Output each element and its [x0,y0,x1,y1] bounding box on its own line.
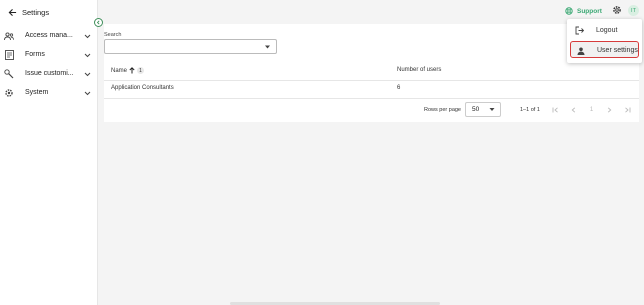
last-page-icon[interactable] [623,105,632,114]
sidebar-header: Settings [7,7,49,17]
cell-users: 6 [397,85,401,91]
chevron-down-icon [83,89,91,97]
dropdown-arrow-icon[interactable] [264,44,271,50]
forms-icon [4,50,14,60]
search-input[interactable] [104,39,277,54]
user-menu: Logout User settings [567,19,642,63]
rows-per-page-label: Rows per page [424,107,461,113]
column-header-label: Number of users [397,67,442,73]
cell-name[interactable]: Application Consultants [111,85,174,91]
sidebar-item-label: Forms [25,51,45,58]
column-header-name[interactable]: Name 1 [111,67,145,74]
sidebar-item-forms[interactable]: Forms [0,49,98,61]
chevron-left-icon [96,20,100,25]
sidebar-collapse-button[interactable] [94,18,103,27]
current-page: 1 [589,106,594,113]
wrench-icon [4,69,14,79]
logout-icon [575,26,584,35]
sidebar-item-label: Issue customi... [25,70,74,77]
sidebar-item-access-management[interactable]: Access mana... [0,30,98,42]
menu-item-logout[interactable]: Logout [570,22,639,39]
header-divider [104,80,639,81]
sidebar-item-label: System [25,89,49,96]
menu-item-user-settings[interactable]: User settings [570,41,639,58]
groups-card: Search Name 1 Number of users Applicatio… [104,24,639,122]
menu-item-label: Logout [596,27,618,34]
next-page-icon[interactable] [605,105,614,114]
column-header-label: Name [111,67,128,74]
gear-icon [4,88,14,98]
previous-page-icon[interactable] [569,105,578,114]
avatar[interactable]: IT [628,5,639,16]
settings-gear-icon[interactable] [612,5,622,15]
sidebar-item-label: Access mana... [25,32,73,39]
dropdown-arrow-icon [489,108,495,111]
support-icon [565,7,573,15]
sidebar-title: Settings [22,7,50,17]
sort-order-badge: 1 [137,67,145,74]
row-divider [104,98,639,99]
support-button[interactable]: Support [565,6,602,16]
person-icon [576,46,585,55]
search-label: Search [104,32,122,38]
sort-arrow-up-icon [129,67,135,74]
chevron-down-icon [83,51,91,59]
menu-item-label: User settings [597,47,638,54]
rows-per-page-select[interactable]: 50 [465,102,501,117]
back-arrow-icon[interactable] [7,7,17,17]
rows-per-page-value: 50 [472,106,480,113]
support-label: Support [577,7,602,15]
sidebar: Settings Access mana... Forms Issue cust… [0,0,98,305]
column-header-number-of-users[interactable]: Number of users [397,67,441,73]
users-icon [4,31,14,41]
sidebar-item-system[interactable]: System [0,87,98,99]
first-page-icon[interactable] [551,105,560,114]
sidebar-item-issue-customization[interactable]: Issue customi... [0,68,98,80]
pagination-range: 1–1 of 1 [520,107,540,113]
chevron-down-icon [83,70,91,78]
chevron-down-icon [83,32,91,40]
